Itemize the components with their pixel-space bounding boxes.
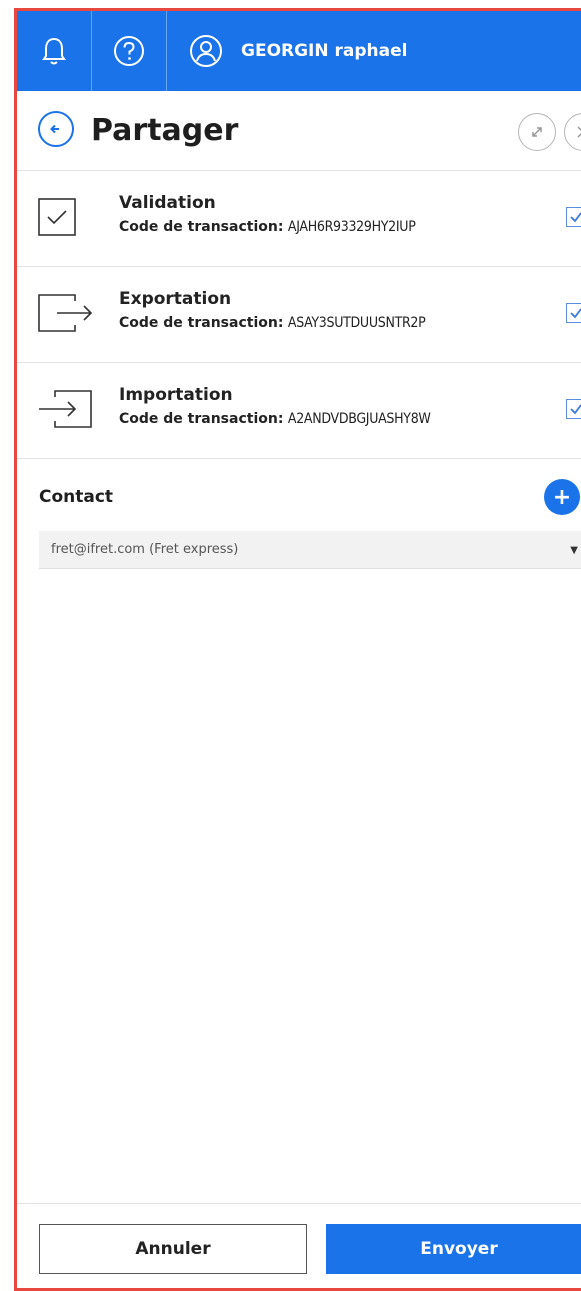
item-code: Code de transaction: AJAH6R93329HY2IUP [119,219,416,235]
close-button[interactable] [564,113,581,151]
export-icon [38,294,93,332]
import-icon [39,390,92,428]
cancel-button[interactable]: Annuler [39,1224,307,1274]
plus-icon: + [552,484,572,510]
expand-button[interactable] [518,113,556,151]
notifications-button[interactable] [17,11,92,91]
close-icon [577,126,581,138]
item-texts: Importation Code de transaction: A2ANDVD… [119,385,431,427]
top-bar: GEORGIN raphael [17,11,581,91]
page-title: Partager [91,113,239,148]
expand-icon [532,127,542,137]
code-value: A2ANDVDBGJUASHY8W [287,411,431,427]
item-icon-wrap [37,293,95,337]
item-texts: Exportation Code de transaction: ASAY3SU… [119,289,426,331]
header-actions [518,113,581,151]
item-code: Code de transaction: ASAY3SUTDUUSNTR2P [119,315,426,331]
chevron-down-icon: ▼ [570,545,578,556]
user-name: GEORGIN raphael [241,41,408,61]
code-value: AJAH6R93329HY2IUP [287,219,416,235]
item-name: Validation [119,193,216,213]
code-value: ASAY3SUTDUUSNTR2P [287,315,426,331]
checkmark-icon [570,404,581,415]
checkmark-icon [570,212,581,223]
code-label: Code de transaction: [119,315,284,331]
item-icon-wrap [37,197,77,241]
item-texts: Validation Code de transaction: AJAH6R93… [119,193,416,235]
item-checkbox[interactable] [566,207,581,227]
code-label: Code de transaction: [119,411,284,427]
page-header: Partager [17,91,581,171]
contact-label: Contact [39,487,114,507]
bell-icon [42,37,66,65]
contact-selected-value: fret@ifret.com (Fret express) [51,542,239,557]
item-checkbox[interactable] [566,303,581,323]
item-row-importation[interactable]: Importation Code de transaction: A2ANDVD… [17,363,581,459]
user-icon [190,35,222,67]
item-name: Exportation [119,289,232,309]
item-row-exportation[interactable]: Exportation Code de transaction: ASAY3SU… [17,267,581,363]
send-button[interactable]: Envoyer [326,1224,581,1274]
check-square-icon [38,198,76,236]
item-row-validation[interactable]: Validation Code de transaction: AJAH6R93… [17,171,581,267]
code-label: Code de transaction: [119,219,284,235]
item-code: Code de transaction: A2ANDVDBGJUASHY8W [119,411,431,427]
item-icon-wrap [37,389,95,433]
back-arrow-icon [38,110,74,147]
footer-bar: Annuler Envoyer [17,1203,581,1288]
user-menu[interactable]: GEORGIN raphael [167,34,408,68]
item-name: Importation [119,385,233,405]
back-button[interactable] [37,110,75,152]
item-checkbox[interactable] [566,399,581,419]
app-frame: GEORGIN raphael Partager Validation Code… [14,8,581,1291]
contact-select[interactable]: fret@ifret.com (Fret express) ▼ [39,531,581,569]
help-button[interactable] [92,11,167,91]
help-icon [114,36,144,66]
checkmark-icon [570,308,581,319]
add-contact-button[interactable]: + [544,479,580,515]
